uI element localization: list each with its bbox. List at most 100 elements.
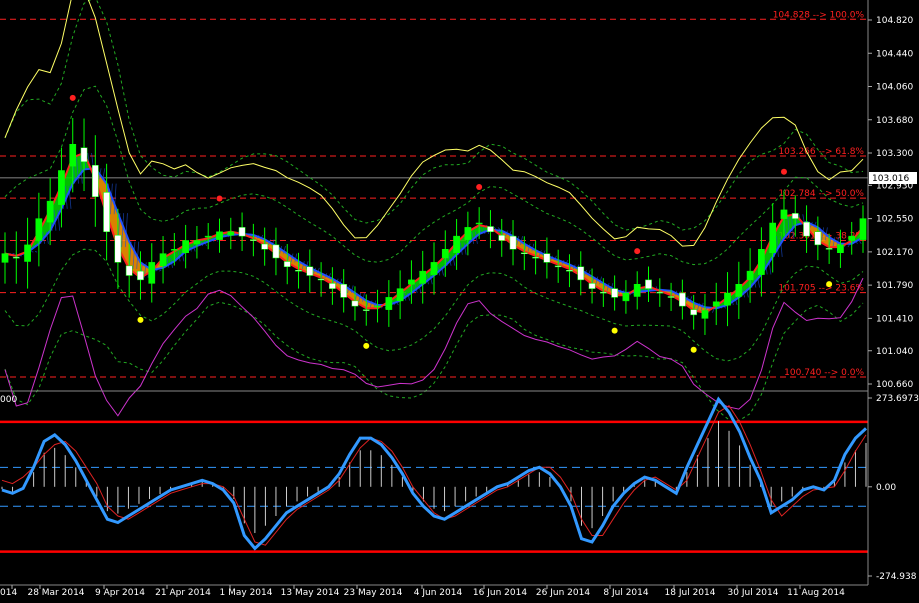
candle-body xyxy=(182,240,189,253)
candle-body xyxy=(306,266,314,276)
fib-level-label: 100.740 --> 0.0% xyxy=(784,368,864,378)
x-tick-label: 21 Apr 2014 xyxy=(155,588,211,598)
candle-body xyxy=(283,261,291,267)
candle-body xyxy=(272,244,280,259)
candle-body xyxy=(374,305,381,308)
candle-body xyxy=(701,310,709,319)
y-tick-label: 101.410 xyxy=(876,314,913,324)
candle-body xyxy=(250,239,257,241)
fractal-down-dot xyxy=(363,342,370,349)
y-tick-label: 102.550 xyxy=(876,215,913,225)
candle-body xyxy=(814,231,822,246)
candle-body xyxy=(204,235,212,238)
candle-body xyxy=(46,200,54,223)
chart-background xyxy=(0,0,919,603)
candle-body xyxy=(746,270,754,281)
candle-body xyxy=(441,249,449,259)
candle-body xyxy=(837,244,844,253)
candle-body xyxy=(520,252,528,254)
candle-body xyxy=(791,213,799,219)
candle-body xyxy=(656,291,664,294)
candle-body xyxy=(159,253,167,267)
candle-body xyxy=(137,270,144,281)
candle-body xyxy=(430,262,438,275)
candle-body xyxy=(464,227,472,240)
x-tick-label: 13 May 2014 xyxy=(281,588,340,598)
current-price-marker: 103.016 xyxy=(869,172,917,184)
fib-level-label: 103.266 --> 61.8% xyxy=(778,147,864,157)
candle-body xyxy=(543,253,551,263)
x-tick-label: 9 Apr 2014 xyxy=(95,588,145,598)
candle-body xyxy=(475,222,483,225)
candle-body xyxy=(103,192,110,232)
x-tick-label: 11 Aug 2014 xyxy=(787,588,845,598)
candle-body xyxy=(1,253,9,263)
candle-body xyxy=(125,265,133,276)
osc-tick-label: 0.00 xyxy=(876,483,896,493)
y-tick-label: 103.300 xyxy=(876,149,913,159)
candle-body xyxy=(69,144,77,167)
candle-body xyxy=(611,288,618,298)
fractal-up-dot xyxy=(780,168,787,175)
y-tick-label: 104.820 xyxy=(876,16,913,26)
x-tick-label: 30 Jul 2014 xyxy=(728,588,779,598)
candle-body xyxy=(24,244,31,262)
candle-body xyxy=(261,243,269,250)
candle-body xyxy=(599,291,607,294)
candle-body xyxy=(385,297,393,310)
candle-body xyxy=(758,249,765,275)
candle-body xyxy=(769,222,777,253)
candle-body xyxy=(453,235,460,253)
candle-body xyxy=(577,266,585,281)
candle-body xyxy=(645,279,652,289)
candle-body xyxy=(170,249,178,251)
candle-body xyxy=(408,279,415,285)
candle-body xyxy=(35,218,43,241)
candle-body xyxy=(58,170,65,205)
x-tick-label: 23 May 2014 xyxy=(344,588,403,598)
candle-body xyxy=(317,278,325,281)
candle-body xyxy=(622,292,630,302)
y-tick-label: 101.790 xyxy=(876,281,913,291)
y-tick-label: 104.440 xyxy=(876,49,913,59)
current-price-label: 103.016 xyxy=(872,174,909,184)
candle-body xyxy=(351,300,359,307)
fractal-down-dot xyxy=(826,281,833,288)
candle-body xyxy=(859,218,867,240)
candle-body xyxy=(227,231,235,236)
candle-body xyxy=(12,256,20,259)
fractal-down-dot xyxy=(611,327,618,334)
candle-body xyxy=(362,309,370,311)
fractal-down-dot xyxy=(690,346,697,353)
osc-tick-label: 273.6973 xyxy=(876,394,919,404)
candle-body xyxy=(91,165,99,197)
y-tick-label: 104.060 xyxy=(876,83,913,93)
candle-body xyxy=(735,284,743,297)
candle-body xyxy=(633,284,641,297)
candle-body xyxy=(487,226,494,232)
candle-body xyxy=(114,235,122,263)
fib-level-label: 104.828 --> 100.0% xyxy=(773,10,865,20)
x-tick-label: 26 Jun 2014 xyxy=(536,588,590,598)
candle-body xyxy=(238,227,246,237)
price-chart[interactable]: 104.828 --> 100.0%103.266 --> 61.8%102.7… xyxy=(0,0,919,603)
fib-level-label: 101.705 --> 23.6% xyxy=(778,284,864,294)
candle-body xyxy=(80,147,88,162)
candle-body xyxy=(419,270,427,284)
candle-body xyxy=(848,235,856,241)
fractal-down-dot xyxy=(137,316,144,323)
candle-body xyxy=(566,270,573,272)
candle-body xyxy=(193,240,201,245)
y-tick-label: 103.680 xyxy=(876,116,913,126)
fractal-up-dot xyxy=(476,184,483,191)
x-tick-label: 014 xyxy=(0,588,17,598)
candle-body xyxy=(554,265,562,268)
x-tick-label: 8 Jul 2014 xyxy=(603,588,648,598)
oscillator-title: 000 xyxy=(0,395,17,405)
candle-body xyxy=(780,209,788,219)
candle-body xyxy=(329,283,336,289)
y-tick-label: 102.170 xyxy=(876,248,913,258)
candle-body xyxy=(690,309,698,316)
fractal-up-dot xyxy=(69,94,76,101)
candle-body xyxy=(340,284,348,298)
